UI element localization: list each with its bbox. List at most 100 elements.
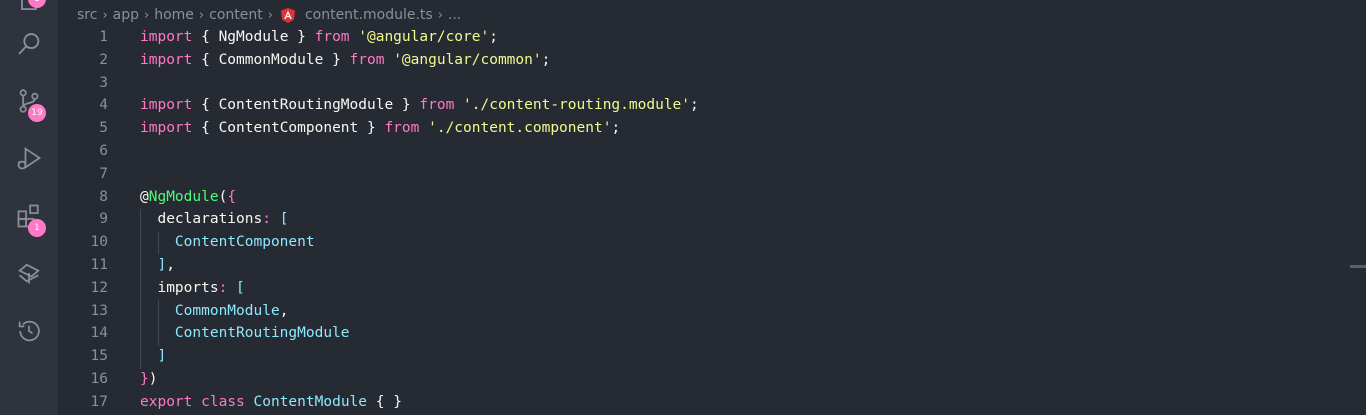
code-text: }) xyxy=(140,368,157,391)
code-token: import xyxy=(140,120,193,137)
code-token: import xyxy=(140,29,193,45)
line-number: 3 xyxy=(99,74,108,91)
code-token: from xyxy=(314,29,350,45)
code-line[interactable]: 3 xyxy=(58,72,1366,95)
code-token: ) xyxy=(148,370,158,387)
code-token: './content.component' xyxy=(428,120,612,137)
breadcrumb-chevron-icon: › xyxy=(102,7,108,23)
code-token: } xyxy=(140,370,149,387)
code-text: import { NgModule } from '@angular/core'… xyxy=(140,26,498,49)
code-token: class xyxy=(201,393,245,410)
code-line[interactable]: 15 ] xyxy=(58,345,1366,368)
breadcrumb-chevron-icon: › xyxy=(144,7,150,23)
code-token: [ xyxy=(236,279,245,296)
code-line[interactable]: 1 import { NgModule } from '@angular/core… xyxy=(58,26,1366,49)
code-token: ContentComponent xyxy=(174,234,315,251)
code-text: ContentRoutingModule xyxy=(140,322,350,345)
line-number: 13 xyxy=(90,302,108,319)
line-number: 1 xyxy=(99,29,108,45)
code-token: ; xyxy=(489,29,498,45)
code-line[interactable]: 6 xyxy=(58,140,1366,163)
code-token: ContentRoutingModule xyxy=(174,325,350,342)
code-text: declarations: [ xyxy=(140,208,288,231)
code-area[interactable]: 1 import { NgModule } from '@angular/core… xyxy=(58,26,1366,414)
history-icon[interactable] xyxy=(14,316,44,346)
breadcrumb-chevron-icon: › xyxy=(198,7,205,23)
breadcrumb-home[interactable]: home xyxy=(154,7,194,23)
remote-explorer-icon[interactable] xyxy=(14,258,44,288)
breadcrumb-app[interactable]: app xyxy=(113,7,139,23)
code-token: from xyxy=(419,97,455,114)
search-icon[interactable] xyxy=(14,29,44,59)
code-token: { xyxy=(227,188,237,205)
source-control-badge: 19 xyxy=(28,104,46,122)
code-text: import { ContentRoutingModule } from './… xyxy=(140,94,699,117)
breadcrumb-chevron-icon: › xyxy=(267,7,273,23)
code-token: @ xyxy=(140,188,149,205)
vertical-scrollbar[interactable] xyxy=(1349,0,1366,415)
editor: src › app › home › content › content.mod… xyxy=(58,0,1366,415)
code-line[interactable]: 8 @NgModule({ xyxy=(58,186,1366,209)
code-line[interactable]: 5 import { ContentComponent } from './con… xyxy=(58,117,1366,140)
code-token: ] xyxy=(157,256,167,273)
code-line[interactable]: 11 ], xyxy=(58,254,1366,277)
code-line[interactable]: 4 import { ContentRoutingModule } from '.… xyxy=(58,94,1366,117)
code-line[interactable]: 12 imports: [ xyxy=(58,277,1366,300)
code-line[interactable]: 7 xyxy=(58,163,1366,186)
line-number: 5 xyxy=(99,120,108,137)
breadcrumb-chevron-icon: › xyxy=(437,7,443,23)
code-token: ; xyxy=(690,97,699,114)
code-token: import xyxy=(140,97,193,114)
line-number: 16 xyxy=(90,370,108,387)
code-token: { CommonModule } xyxy=(192,51,350,68)
code-text: CommonModule, xyxy=(140,300,289,323)
line-number: 12 xyxy=(90,279,108,296)
code-text: ContentComponent xyxy=(140,231,315,254)
code-text: ] xyxy=(140,345,166,368)
code-line[interactable]: 17 export class ContentModule { } xyxy=(58,391,1366,414)
line-number: 2 xyxy=(99,51,108,68)
code-line[interactable]: 16}) xyxy=(58,368,1366,391)
code-line[interactable]: 2 import { CommonModule } from '@angular/… xyxy=(58,49,1366,72)
code-token: { ContentComponent } xyxy=(192,120,385,137)
code-token: , xyxy=(279,302,289,319)
breadcrumb: src › app › home › content › content.mod… xyxy=(77,4,461,26)
breadcrumb-tail[interactable]: ... xyxy=(448,7,461,23)
activity-bar: 1 19 1 xyxy=(0,0,58,415)
breadcrumb-content[interactable]: content xyxy=(209,7,263,23)
code-token: imports xyxy=(140,279,219,296)
code-line[interactable]: 13 CommonModule, xyxy=(58,300,1366,323)
code-line[interactable]: 14 ContentRoutingModule xyxy=(58,322,1366,345)
code-token: NgModule xyxy=(148,188,219,205)
code-token: ( xyxy=(218,188,228,205)
code-token: from xyxy=(384,120,420,137)
code-token: { } xyxy=(367,393,402,410)
scrollbar-thumb[interactable] xyxy=(1350,265,1366,268)
line-number: 6 xyxy=(99,142,108,159)
code-token: CommonModule xyxy=(174,302,280,319)
angular-icon xyxy=(280,7,295,23)
code-line[interactable]: 10 ContentComponent xyxy=(58,231,1366,254)
breadcrumb-file[interactable]: content.module.ts xyxy=(305,7,433,23)
code-text: @NgModule({ xyxy=(140,186,236,209)
line-number: 10 xyxy=(90,234,108,251)
code-token: [ xyxy=(279,211,289,228)
code-token: ContentModule xyxy=(253,393,368,410)
line-number: 17 xyxy=(90,393,108,410)
code-line[interactable]: 9 declarations: [ xyxy=(58,208,1366,231)
code-text: import { ContentComponent } from './cont… xyxy=(140,117,620,140)
code-token: '@angular/core' xyxy=(358,29,490,45)
code-token: ; xyxy=(611,120,621,137)
code-token: : xyxy=(218,279,228,296)
breadcrumb-src[interactable]: src xyxy=(77,7,97,23)
code-token: import xyxy=(140,51,193,68)
line-number: 9 xyxy=(99,211,108,228)
run-debug-icon[interactable] xyxy=(14,143,44,173)
line-number: 4 xyxy=(99,97,108,114)
